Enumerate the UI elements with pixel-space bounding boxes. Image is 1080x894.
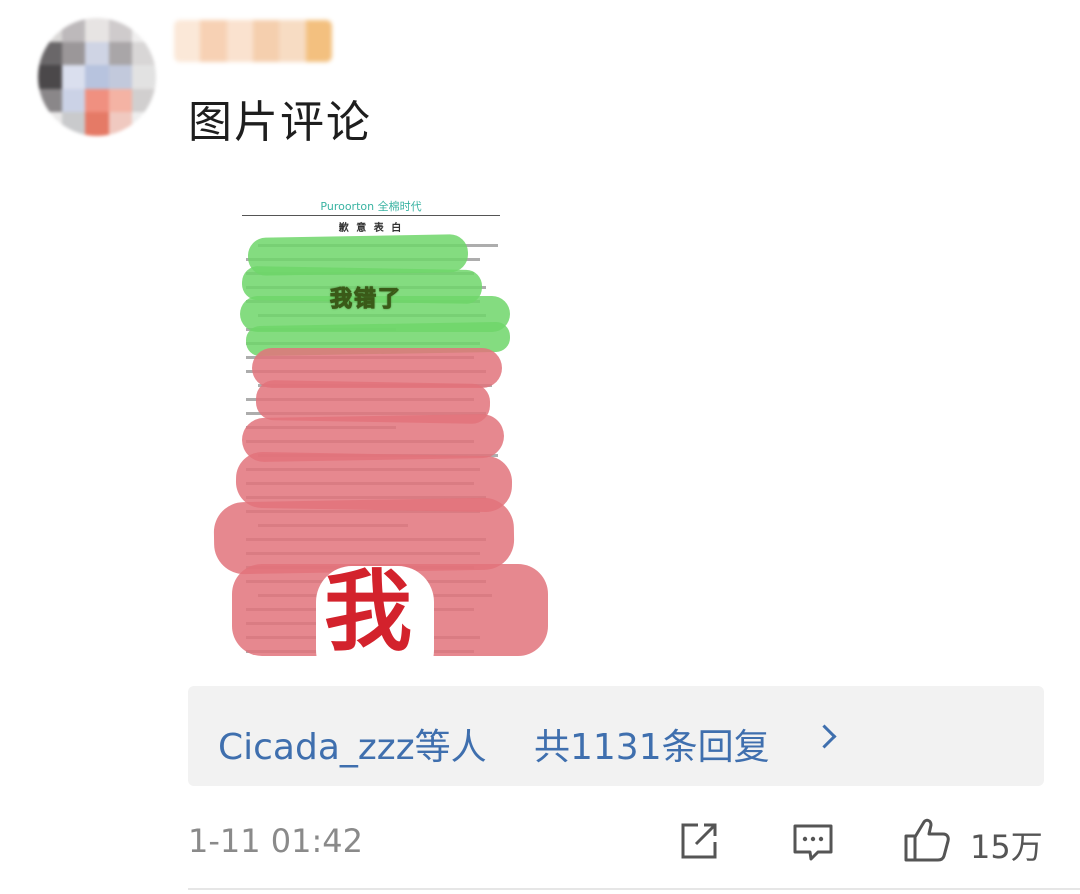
- comment-image[interactable]: Puroorton 全棉时代 歉 意 表 白 我错了 我: [212, 188, 557, 656]
- document-title: 歉 意 表 白: [338, 223, 404, 234]
- timestamp: 1-11 01:42: [188, 822, 364, 860]
- share-icon[interactable]: [676, 820, 720, 868]
- like-count: 15万: [970, 828, 1043, 866]
- reply-users[interactable]: Cicada_zzz等人: [218, 718, 487, 770]
- reply-count[interactable]: 共1131条回复: [534, 718, 770, 770]
- divider: [188, 888, 1080, 890]
- like-icon[interactable]: [902, 816, 952, 868]
- divider: [242, 215, 500, 216]
- comment-text: 图片评论: [188, 97, 372, 148]
- reply-users-name: Cicada_zzz: [218, 727, 415, 768]
- sticker-text-big: 我: [324, 560, 413, 656]
- username[interactable]: [174, 20, 332, 62]
- replies-bar[interactable]: Cicada_zzz等人 共1131条回复: [188, 686, 1044, 786]
- comment-icon[interactable]: [790, 820, 836, 868]
- chevron-right-icon[interactable]: [812, 724, 837, 749]
- reply-users-suffix: 等人: [414, 727, 487, 768]
- document-logo: Puroorton 全棉时代: [320, 200, 422, 213]
- sticker-text-small: 我错了: [329, 287, 403, 313]
- avatar[interactable]: [38, 18, 156, 136]
